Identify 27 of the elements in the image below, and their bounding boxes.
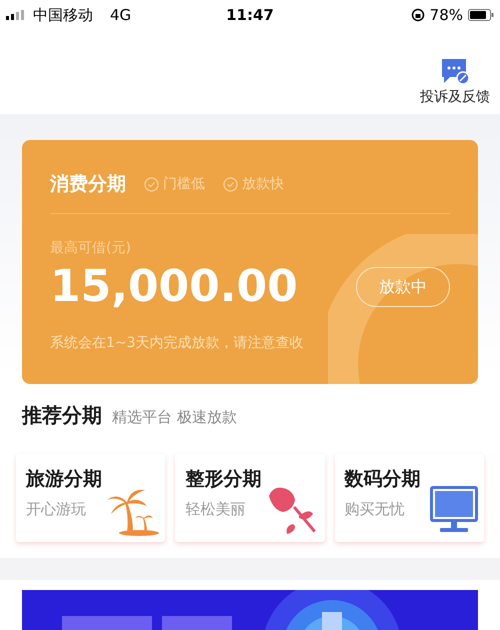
feedback-button[interactable]: 投诉及反馈 [420, 57, 490, 108]
network-type: 4G [110, 4, 132, 26]
carrier-name: 中国移动 [33, 4, 93, 26]
loan-amount: 15,000.00 [50, 264, 298, 309]
card-title: 消费分期 [50, 172, 126, 198]
category-title: 数码分期 [344, 468, 422, 492]
feature-tag: 放款快 [242, 174, 284, 196]
rotation-lock-icon [410, 8, 425, 22]
category-card[interactable]: 整形分期 轻松美丽 [175, 454, 325, 542]
payout-note: 系统会在1~3天内完成放款，请注意查收 [50, 334, 305, 353]
battery-icon [468, 8, 494, 21]
category-card[interactable]: 旅游分期 开心游玩 [16, 454, 166, 542]
category-card[interactable]: 数码分期 购买无忧 [334, 454, 484, 542]
category-subtitle: 开心游玩 [26, 499, 87, 520]
chat-edit-icon [440, 57, 470, 86]
clock-time: 11:47 [226, 4, 274, 26]
section-title: 推荐分期 [22, 402, 102, 430]
category-subtitle: 购买无忧 [344, 499, 406, 520]
category-title: 旅游分期 [26, 468, 103, 492]
feature-tag: 门槛低 [163, 174, 205, 196]
battery-percent: 78% [430, 4, 463, 26]
section-subtitle: 精选平台 极速放款 [112, 406, 237, 428]
category-title: 整形分期 [185, 468, 262, 492]
check-circle-icon [144, 177, 159, 192]
check-circle-icon [223, 177, 238, 192]
category-subtitle: 轻松美丽 [185, 499, 246, 520]
amount-label: 最高可借(元) [50, 238, 132, 258]
